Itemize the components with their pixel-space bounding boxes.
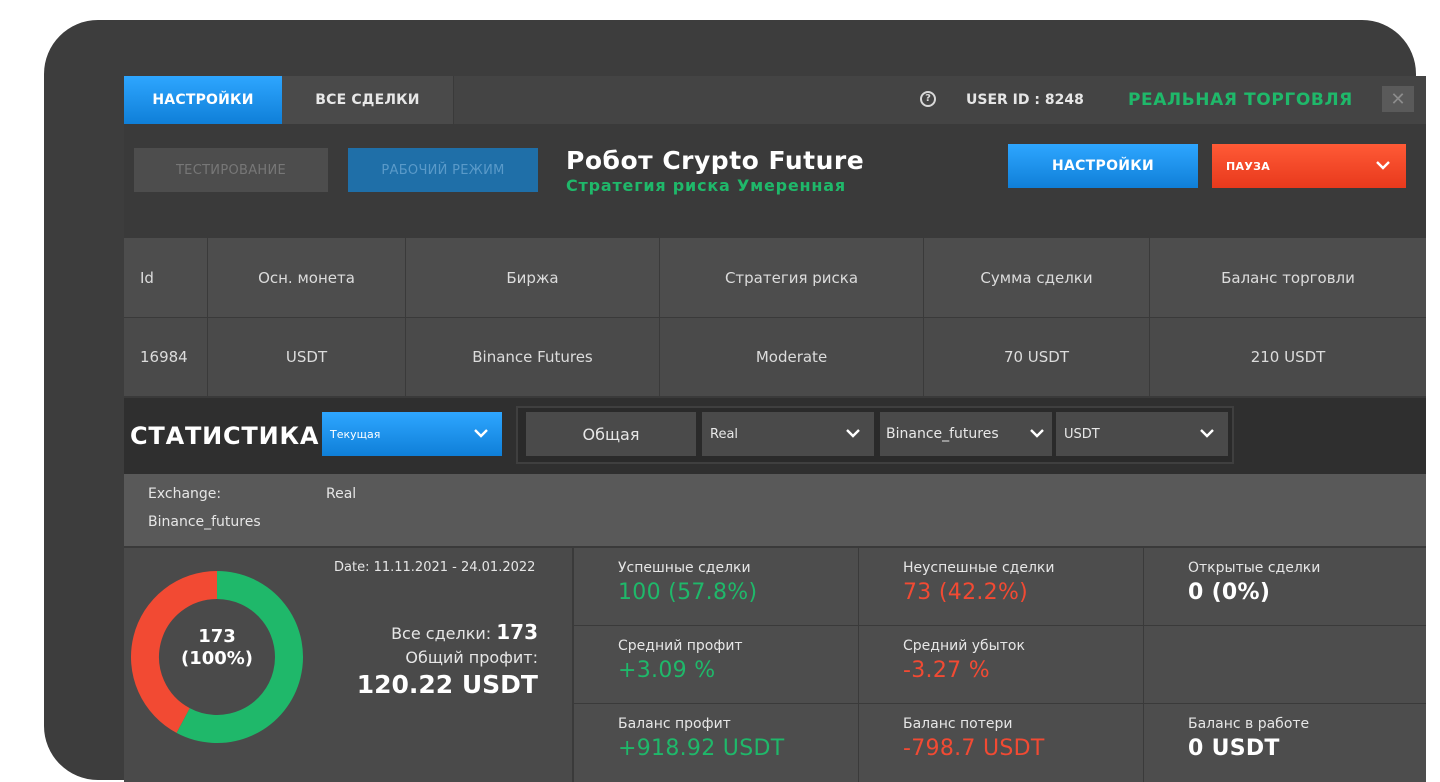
robot-info-table: Id Осн. монета Биржа Стратегия риска Сум…	[124, 238, 1426, 396]
stat-cell: Средний профит +3.09 %	[574, 626, 858, 703]
top-tab-bar: НАСТРОЙКИ ВСЕ СДЕЛКИ ? USER ID : 8248 РЕ…	[124, 76, 1426, 124]
stat-value: +918.92 USDT	[618, 736, 785, 761]
stat-cell: Успешные сделки 100 (57.8%)	[574, 548, 858, 625]
coin-value: USDT	[1064, 426, 1100, 442]
trading-mode-label: РЕАЛЬНАЯ ТОРГОВЛЯ	[1128, 90, 1353, 110]
stat-label: Неуспешные сделки	[903, 560, 1055, 576]
exchange-info-panel: Exchange: Binance_futures Real	[124, 474, 1426, 546]
summary-left-panel: 173 (100%) Date: 11.11.2021 - 24.01.2022…	[124, 548, 572, 782]
robot-strategy: Стратегия риска Умеренная	[566, 176, 846, 195]
control-panel: ТЕСТИРОВАНИЕ РАБОЧИЙ РЕЖИМ Робот Crypto …	[124, 124, 1426, 238]
donut-count: 173	[198, 626, 236, 647]
statistics-summary: 173 (100%) Date: 11.11.2021 - 24.01.2022…	[124, 548, 1426, 782]
all-trades-value: 173	[496, 620, 538, 644]
user-id-label: USER ID : 8248	[966, 92, 1084, 108]
table-cell: 70 USDT	[924, 318, 1150, 396]
stat-label: Баланс в работе	[1188, 716, 1310, 732]
table-header-cell: Биржа	[406, 238, 660, 317]
all-trades-line: Все сделки: 173	[391, 620, 538, 644]
close-button[interactable]: ✕	[1382, 86, 1414, 112]
stat-cell: Неуспешные сделки 73 (42.2%)	[859, 548, 1143, 625]
chevron-down-icon	[474, 429, 488, 438]
table-header-cell: Id	[124, 238, 208, 317]
work-mode-button[interactable]: РАБОЧИЙ РЕЖИМ	[348, 148, 538, 192]
device-frame: НАСТРОЙКИ ВСЕ СДЕЛКИ ? USER ID : 8248 РЕ…	[44, 20, 1426, 782]
exchange-label: Exchange:	[148, 486, 222, 502]
stat-cell: Баланс в работе 0 USDT	[1144, 704, 1426, 782]
stat-value: 0 USDT	[1188, 736, 1280, 761]
help-icon[interactable]: ?	[920, 91, 936, 107]
exchange-value: Binance_futures	[148, 514, 261, 530]
stat-value: -798.7 USDT	[903, 736, 1045, 761]
tab-all-trades[interactable]: ВСЕ СДЕЛКИ	[282, 76, 454, 124]
mode-dropdown[interactable]: Real	[702, 412, 874, 456]
stat-value: 100 (57.8%)	[618, 580, 758, 605]
coin-dropdown[interactable]: USDT	[1056, 412, 1228, 456]
period-value: Текущая	[330, 427, 381, 441]
stat-label: Успешные сделки	[618, 560, 751, 576]
table-header-row: Id Осн. монета Биржа Стратегия риска Сум…	[124, 238, 1426, 317]
chevron-down-icon	[1030, 429, 1044, 438]
stat-value: 73 (42.2%)	[903, 580, 1029, 605]
exchange-dropdown[interactable]: Binance_futures	[880, 412, 1052, 456]
pause-dropdown[interactable]: ПАУЗА	[1212, 144, 1406, 188]
table-cell: Binance Futures	[406, 318, 660, 396]
table-cell: USDT	[208, 318, 406, 396]
stat-cell: Средний убыток -3.27 %	[859, 626, 1143, 703]
stat-value: -3.27 %	[903, 658, 990, 683]
stat-cell: Баланс профит +918.92 USDT	[574, 704, 858, 782]
all-trades-label: Все сделки:	[391, 624, 492, 643]
stat-label: Средний профит	[618, 638, 743, 654]
table-row: 16984 USDT Binance Futures Moderate 70 U…	[124, 317, 1426, 396]
table-cell: 210 USDT	[1150, 318, 1426, 396]
table-header-cell: Осн. монета	[208, 238, 406, 317]
donut-center-label: 173 (100%)	[130, 626, 304, 670]
testing-mode-button[interactable]: ТЕСТИРОВАНИЕ	[134, 148, 328, 192]
exchange-value: Binance_futures	[886, 426, 999, 442]
donut-percent: (100%)	[180, 648, 254, 669]
settings-button[interactable]: НАСТРОЙКИ	[1008, 144, 1198, 188]
mode-value: Real	[710, 426, 739, 442]
tab-settings[interactable]: НАСТРОЙКИ	[124, 76, 282, 124]
stat-value: 0 (0%)	[1188, 580, 1271, 605]
stat-label: Баланс профит	[618, 716, 731, 732]
stats-grid: Успешные сделки 100 (57.8%) Неуспешные сде…	[574, 548, 1426, 782]
table-header-cell: Сумма сделки	[924, 238, 1150, 317]
stat-cell: Баланс потери -798.7 USDT	[859, 704, 1143, 782]
statistics-title: СТАТИСТИКА	[130, 422, 320, 450]
pause-label: ПАУЗА	[1226, 159, 1271, 173]
chevron-down-icon	[846, 429, 860, 438]
total-profit-label: Общий профит:	[405, 648, 538, 667]
chevron-down-icon	[1200, 429, 1214, 438]
general-button[interactable]: Общая	[526, 412, 696, 456]
statistics-toolbar: СТАТИСТИКА Текущая Общая Real Binance_fu…	[124, 398, 1426, 474]
stat-value: +3.09 %	[618, 658, 716, 683]
table-cell: 16984	[124, 318, 208, 396]
period-dropdown[interactable]: Текущая	[322, 412, 502, 456]
robot-title: Робот Crypto Future	[566, 146, 865, 175]
app-window: НАСТРОЙКИ ВСЕ СДЕЛКИ ? USER ID : 8248 РЕ…	[124, 76, 1426, 782]
table-header-cell: Баланс торговли	[1150, 238, 1426, 317]
total-profit-value: 120.22 USDT	[356, 670, 538, 699]
exchange-mode: Real	[326, 486, 357, 502]
stat-label: Открытые сделки	[1188, 560, 1321, 576]
date-range: Date: 11.11.2021 - 24.01.2022	[334, 560, 536, 575]
stat-label: Баланс потери	[903, 716, 1013, 732]
stat-cell: Открытые сделки 0 (0%)	[1144, 548, 1426, 625]
chevron-down-icon	[1376, 161, 1390, 170]
stat-label: Средний убыток	[903, 638, 1025, 654]
stat-cell	[1144, 626, 1426, 703]
table-cell: Moderate	[660, 318, 924, 396]
table-header-cell: Стратегия риска	[660, 238, 924, 317]
